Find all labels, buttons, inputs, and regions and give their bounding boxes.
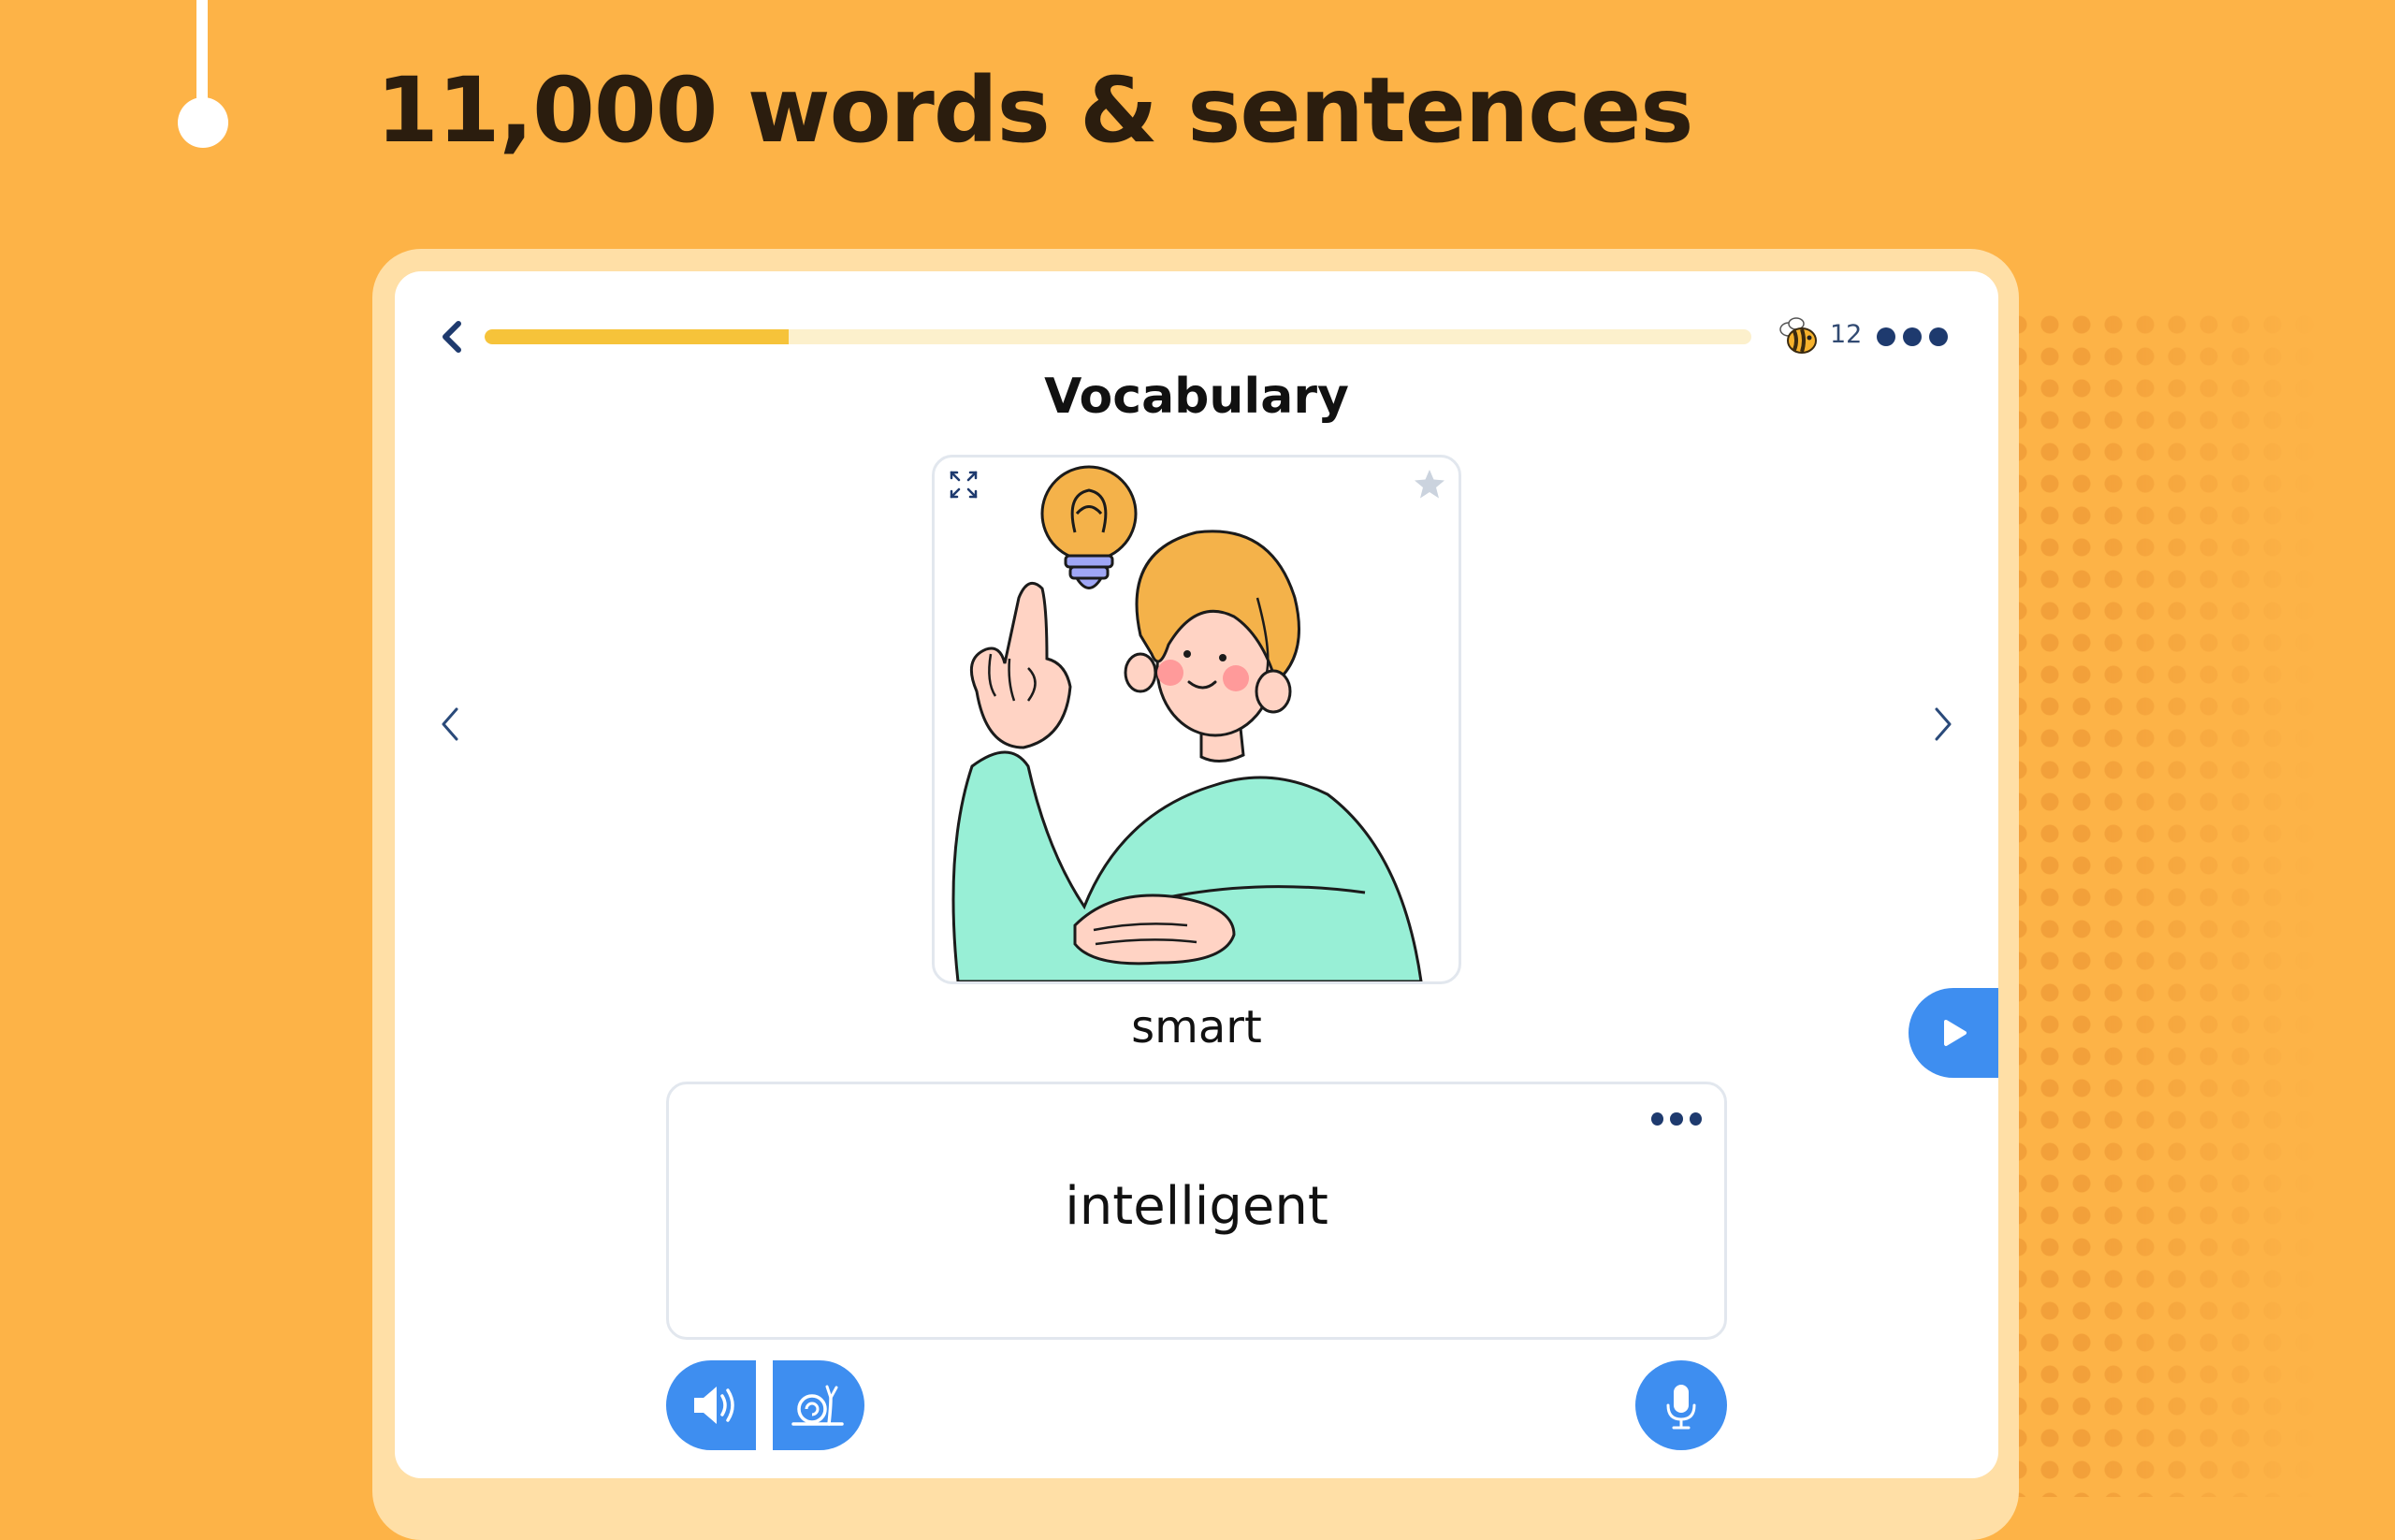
next-button[interactable] — [1929, 698, 1957, 750]
more-options-button[interactable] — [1877, 324, 1955, 350]
card-options-button[interactable] — [1651, 1109, 1702, 1129]
previous-button[interactable] — [436, 698, 464, 750]
answer-text: intelligent — [1065, 1176, 1328, 1237]
play-audio-button[interactable] — [666, 1360, 756, 1450]
snail-icon — [791, 1385, 844, 1426]
progress-fill — [485, 329, 789, 344]
idea-illustration — [951, 465, 1423, 981]
lesson-progress-bar — [485, 329, 1751, 344]
slow-audio-button[interactable] — [773, 1360, 864, 1450]
dot-pattern-decoration — [2002, 309, 2395, 1497]
headline: 11,000 words & sentences — [376, 58, 1693, 163]
chevron-left-icon — [443, 321, 461, 353]
answer-card[interactable]: intelligent — [666, 1082, 1727, 1340]
microphone-icon — [1666, 1385, 1696, 1430]
speaker-icon — [694, 1387, 734, 1424]
word-image-card — [932, 455, 1461, 984]
chevron-right-icon — [1935, 707, 1952, 741]
chevron-left-icon — [442, 707, 458, 741]
star-icon[interactable] — [1410, 465, 1449, 504]
word-label: smart — [1131, 1001, 1262, 1053]
bee-count: 12 — [1830, 320, 1863, 349]
bee-icon — [1779, 317, 1817, 354]
section-title: Vocabulary — [1044, 369, 1349, 425]
play-button[interactable] — [1909, 988, 1998, 1078]
timeline-dot — [178, 97, 228, 148]
expand-icon[interactable] — [944, 465, 983, 504]
more-dots-icon — [1651, 1112, 1664, 1126]
record-button[interactable] — [1635, 1360, 1727, 1450]
app-screen: 12 Vocabulary smart intelligent — [395, 271, 1998, 1478]
timeline-line — [196, 0, 208, 103]
more-dots-icon — [1877, 327, 1895, 346]
back-button[interactable] — [436, 318, 470, 356]
play-icon — [1944, 1020, 1967, 1046]
